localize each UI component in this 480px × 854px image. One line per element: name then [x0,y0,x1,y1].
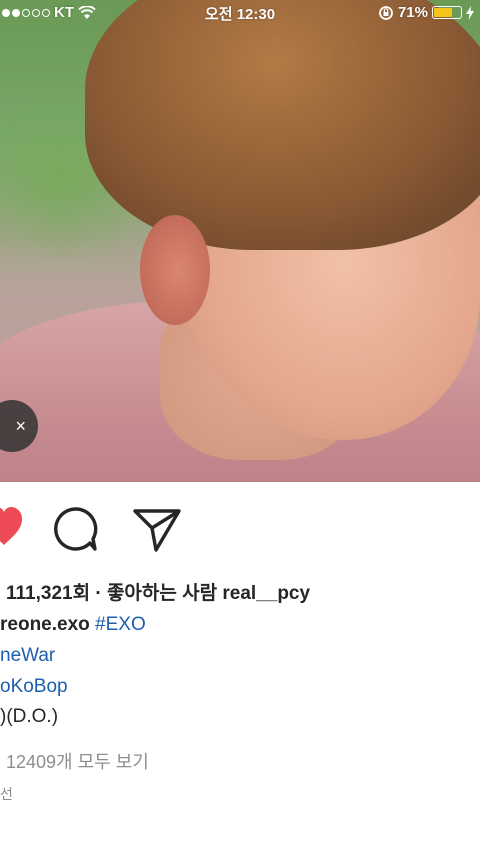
share-icon[interactable] [132,507,182,553]
hashtag-link[interactable]: #EXO [95,614,146,635]
photo-hair [85,0,480,250]
comment-icon[interactable] [52,506,98,552]
hashtag-link[interactable]: neWar [0,645,55,667]
status-right: 71% [378,4,474,21]
battery-icon [432,6,462,19]
likes-count[interactable]: 111,321회 · 좋아하는 사람 real__pcy [6,578,310,605]
charging-icon [466,5,474,20]
caption-text: )(D.O.) [0,706,59,727]
caption-username[interactable]: reone.exo [0,614,90,635]
hashtag-link[interactable]: oKoBop [0,676,68,698]
post-photo[interactable] [0,0,480,482]
close-icon: × [15,415,26,436]
view-comments-link[interactable]: 12409개 모두 보기 [6,748,149,774]
photo-ear [140,215,210,325]
battery-percent: 71% [397,4,428,21]
action-bar [0,505,480,555]
status-bar: KT 오전 12:30 71% [0,0,480,26]
battery-fill [434,8,452,17]
heart-icon[interactable] [0,505,22,549]
post-time-ago: 선 [0,786,13,802]
caption-line: reone.exo #EXO [0,614,146,636]
rotation-lock-icon [379,5,393,20]
